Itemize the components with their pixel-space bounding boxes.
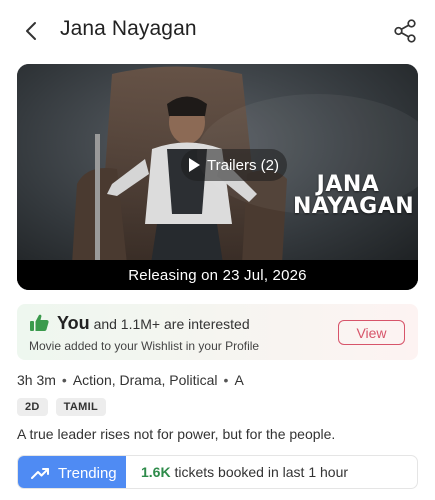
tickets-count: 1.6K	[141, 464, 171, 480]
wishlist-note: Movie added to your Wishlist in your Pro…	[29, 339, 260, 353]
play-icon	[189, 158, 201, 172]
genres: Action, Drama, Political	[72, 372, 218, 388]
chevron-left-icon[interactable]	[22, 20, 42, 42]
movie-meta: 3h 3m • Action, Drama, Political • A	[17, 372, 244, 388]
interest-and-count: and 1.1M+	[93, 316, 161, 332]
separator-dot: •	[61, 372, 67, 388]
separator-dot: •	[223, 372, 229, 388]
tickets-booked-text: 1.6K tickets booked in last 1 hour	[141, 464, 348, 480]
tag-2d: 2D	[17, 398, 48, 416]
interest-count-text: You and 1.1M+ are interested	[57, 313, 250, 334]
trending-label: Trending	[58, 464, 117, 482]
tickets-suffix: tickets booked in last 1 hour	[174, 464, 349, 480]
trailers-button[interactable]: Trailers (2)	[181, 149, 287, 181]
thumbs-up-icon	[30, 314, 49, 331]
movie-logo-line2: NAYAGAN	[293, 194, 415, 219]
trending-badge: Trending	[18, 456, 126, 488]
interest-you: You	[57, 313, 90, 333]
interest-banner: You and 1.1M+ are interested Movie added…	[17, 304, 418, 360]
app-header: Jana Nayagan	[0, 0, 435, 62]
tag-language: TAMIL	[55, 398, 106, 416]
trailers-label: Trailers (2)	[207, 156, 279, 174]
movie-logo: JANA NAYAGAN	[293, 172, 415, 219]
page-title: Jana Nayagan	[60, 17, 197, 40]
movie-poster[interactable]: Trailers (2) JANA NAYAGAN Releasing on 2…	[17, 64, 418, 290]
view-button[interactable]: View	[338, 320, 405, 345]
trending-bar: Trending 1.6K tickets booked in last 1 h…	[17, 455, 418, 489]
format-tags: 2D TAMIL	[17, 398, 106, 416]
share-icon[interactable]	[392, 18, 418, 44]
certificate: A	[234, 372, 244, 388]
release-date-bar: Releasing on 23 Jul, 2026	[17, 260, 418, 290]
duration: 3h 3m	[17, 372, 56, 388]
trending-up-icon	[31, 468, 49, 479]
movie-tagline: A true leader rises not for power, but f…	[17, 426, 336, 442]
movie-logo-line1: JANA	[316, 172, 380, 197]
interest-suffix: are interested	[164, 316, 250, 332]
